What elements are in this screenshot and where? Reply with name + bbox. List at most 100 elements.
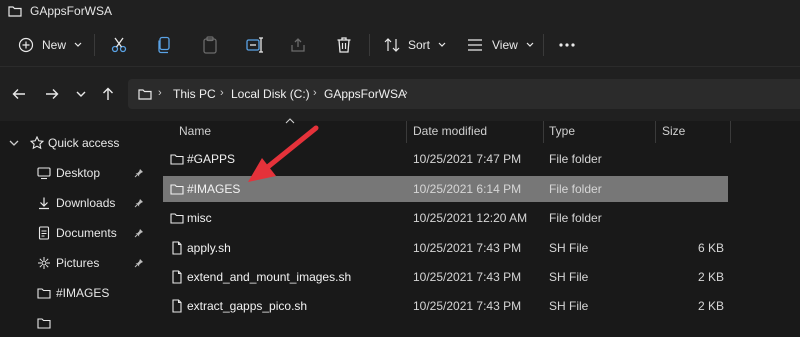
- breadcrumb-separator: ›: [158, 87, 162, 99]
- back-button[interactable]: [10, 85, 28, 103]
- file-name: #IMAGES: [187, 182, 241, 196]
- sidebar-item-quick-access[interactable]: Quick access: [0, 129, 150, 157]
- folder-icon: [138, 89, 152, 100]
- sidebar-item-label: Downloads: [56, 196, 116, 210]
- column-divider[interactable]: [543, 121, 544, 143]
- star-icon: [30, 136, 44, 150]
- plus-circle-icon: [18, 37, 34, 53]
- column-size[interactable]: Size: [662, 124, 685, 138]
- window-title: GAppsForWSA: [30, 4, 113, 18]
- folder-icon: [170, 213, 184, 224]
- sidebar-item-label: #IMAGES: [56, 286, 110, 300]
- file-type: File folder: [549, 182, 602, 196]
- more-options-button[interactable]: [558, 32, 576, 58]
- file-name: extract_gapps_pico.sh: [187, 299, 308, 313]
- file-type: File folder: [549, 152, 602, 166]
- folder-icon: [170, 184, 184, 195]
- arrow-up-icon: [103, 87, 113, 100]
- column-date-modified[interactable]: Date modified: [413, 124, 487, 138]
- sort-icon: [384, 38, 400, 52]
- sidebar-item-label: Pictures: [56, 256, 100, 270]
- pictures-icon: [38, 257, 50, 269]
- copy-button[interactable]: [156, 32, 172, 58]
- file-size: 2 KB: [697, 270, 724, 284]
- sidebar-item-pictures[interactable]: Pictures: [0, 249, 150, 277]
- view-list-icon: [468, 39, 482, 51]
- file-row[interactable]: misc 10/25/2021 12:20 AM File folder: [163, 205, 728, 231]
- file-icon: [172, 299, 182, 313]
- file-date: 10/25/2021 7:43 PM: [413, 241, 522, 255]
- pin-icon: [134, 229, 143, 238]
- paste-icon: [203, 36, 217, 54]
- file-name: extend_and_mount_images.sh: [187, 270, 352, 284]
- breadcrumb-this-pc[interactable]: This PC: [173, 87, 216, 101]
- separator: [369, 34, 370, 56]
- recent-locations-button[interactable]: [72, 85, 90, 103]
- chevron-down-icon: [438, 42, 446, 47]
- file-size: 6 KB: [697, 241, 724, 255]
- file-row[interactable]: extend_and_mount_images.sh 10/25/2021 7:…: [163, 264, 728, 290]
- file-date: 10/25/2021 6:14 PM: [413, 182, 522, 196]
- file-row[interactable]: extract_gapps_pico.sh 10/25/2021 7:43 PM…: [163, 293, 728, 319]
- arrow-left-icon: [12, 89, 25, 99]
- file-name: apply.sh: [187, 241, 231, 255]
- rename-icon: [246, 37, 263, 53]
- chevron-down-icon: [9, 140, 19, 146]
- file-icon: [172, 270, 182, 284]
- file-name: #GAPPS: [187, 152, 236, 166]
- file-size: 2 KB: [697, 299, 724, 313]
- rename-button[interactable]: [246, 32, 264, 58]
- file-date: 10/25/2021 7:47 PM: [413, 152, 522, 166]
- chevron-down-icon: [74, 42, 82, 47]
- documents-icon: [38, 226, 50, 240]
- sidebar-item-documents[interactable]: Documents: [0, 219, 150, 247]
- command-bar: New Sort View: [0, 24, 800, 67]
- view-button[interactable]: View: [467, 32, 534, 58]
- sort-button[interactable]: Sort: [384, 32, 446, 58]
- column-divider[interactable]: [406, 121, 407, 143]
- up-button[interactable]: [99, 85, 117, 103]
- address-bar[interactable]: › This PC › Local Disk (C:) › GAppsForWS…: [128, 79, 800, 109]
- column-divider[interactable]: [655, 121, 656, 143]
- sidebar-item-partial[interactable]: [0, 309, 150, 337]
- file-type: File folder: [549, 211, 602, 225]
- pin-icon: [134, 169, 143, 178]
- file-row[interactable]: apply.sh 10/25/2021 7:43 PM SH File 6 KB: [163, 235, 728, 261]
- breadcrumb-gappsforwsa[interactable]: GAppsForWSA: [324, 87, 406, 101]
- column-name[interactable]: Name: [179, 124, 211, 138]
- breadcrumb-local-disk[interactable]: Local Disk (C:): [231, 87, 310, 101]
- new-button[interactable]: New: [18, 32, 82, 58]
- breadcrumb-separator: ›: [404, 87, 408, 99]
- sidebar-item-desktop[interactable]: Desktop: [0, 159, 150, 187]
- chevron-down-icon: [526, 42, 534, 47]
- chevron-down-icon: [76, 91, 86, 97]
- arrow-right-icon: [46, 89, 59, 99]
- sidebar-item-images[interactable]: #IMAGES: [0, 279, 150, 307]
- sidebar-item-downloads[interactable]: Downloads: [0, 189, 150, 217]
- paste-button[interactable]: [202, 32, 218, 58]
- forward-button[interactable]: [43, 85, 61, 103]
- navigation-pane: Quick access Desktop Downloads Documents…: [0, 121, 150, 329]
- cut-button[interactable]: [110, 32, 128, 58]
- more-horizontal-icon: [559, 43, 575, 47]
- desktop-icon: [37, 167, 51, 180]
- download-icon: [39, 197, 49, 210]
- pin-icon: [134, 199, 143, 208]
- file-type: SH File: [549, 299, 589, 313]
- pin-icon: [134, 259, 143, 268]
- separator: [543, 34, 544, 56]
- scissors-icon: [111, 37, 127, 53]
- folder-icon: [8, 6, 22, 17]
- file-date: 10/25/2021 7:43 PM: [413, 270, 522, 284]
- column-divider[interactable]: [730, 121, 731, 143]
- delete-button[interactable]: [336, 32, 352, 58]
- share-button[interactable]: [290, 32, 306, 58]
- column-type[interactable]: Type: [549, 124, 575, 138]
- breadcrumb-separator: ›: [313, 87, 317, 99]
- folder-icon: [37, 318, 51, 329]
- sidebar-item-label: Documents: [56, 226, 117, 240]
- navigation-bar: › This PC › Local Disk (C:) › GAppsForWS…: [0, 67, 800, 121]
- sidebar-item-label: Quick access: [48, 136, 120, 150]
- folder-icon: [37, 288, 51, 299]
- new-label: New: [42, 38, 67, 52]
